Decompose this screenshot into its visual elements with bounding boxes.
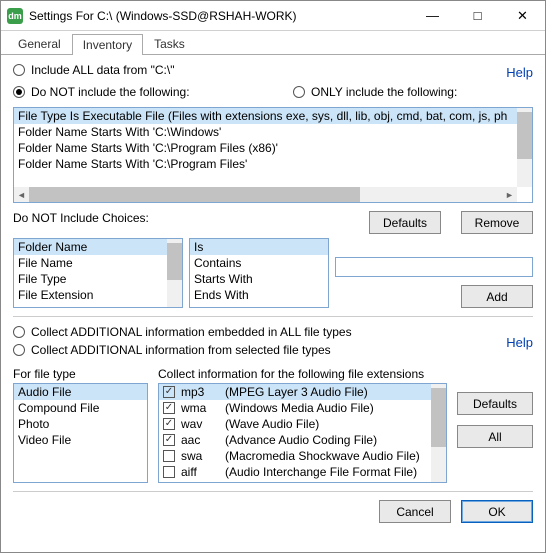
maximize-button[interactable]: □ [455, 1, 500, 31]
extension-checkbox[interactable] [163, 402, 175, 414]
minimize-button[interactable]: — [410, 1, 455, 31]
all-button[interactable]: All [457, 425, 533, 448]
choice-value-input[interactable] [335, 257, 533, 277]
radio-collect-selected-label: Collect ADDITIONAL information from sele… [31, 343, 331, 357]
radio-do-not-include[interactable] [13, 86, 25, 98]
defaults-ext-button[interactable]: Defaults [457, 392, 533, 415]
defaults-button[interactable]: Defaults [369, 211, 441, 234]
list-item[interactable]: Photo [14, 416, 147, 432]
ok-button[interactable]: OK [461, 500, 533, 523]
radio-collect-selected[interactable] [13, 344, 25, 356]
tab-general[interactable]: General [7, 33, 72, 54]
extension-desc: (Macromedia Shockwave Audio File) [225, 449, 420, 463]
list-item[interactable]: File Name [14, 255, 182, 271]
remove-button[interactable]: Remove [461, 211, 533, 234]
filter-item[interactable]: Folder Name Starts With 'C:\Program File… [14, 156, 517, 172]
scrollbar-vertical[interactable] [431, 384, 446, 482]
filetype-label: For file type [13, 367, 148, 381]
radio-collect-all[interactable] [13, 326, 25, 338]
extension-ext: swa [181, 449, 219, 463]
scrollbar-vertical[interactable] [167, 239, 182, 307]
tab-strip: General Inventory Tasks [1, 31, 545, 55]
extension-ext: aiff [181, 465, 219, 479]
extension-checkbox[interactable] [163, 434, 175, 446]
help-link-top[interactable]: Help [506, 65, 533, 80]
extension-desc: (MPEG Layer 3 Audio File) [225, 385, 368, 399]
cancel-button[interactable]: Cancel [379, 500, 451, 523]
filter-item[interactable]: File Type Is Executable File (Files with… [14, 108, 517, 124]
list-item[interactable]: File Type [14, 271, 182, 287]
add-button[interactable]: Add [461, 285, 533, 308]
choice-field-list[interactable]: Folder Name File Name File Type File Ext… [13, 238, 183, 308]
titlebar: dm Settings For C:\ (Windows-SSD@RSHAH-W… [1, 1, 545, 31]
scrollbar-vertical[interactable] [517, 108, 532, 187]
choices-label: Do NOT Include Choices: [13, 211, 363, 225]
list-item[interactable]: Folder Name [14, 239, 182, 255]
extension-checkbox[interactable] [163, 450, 175, 462]
filter-item[interactable]: Folder Name Starts With 'C:\Windows' [14, 124, 517, 140]
list-item[interactable]: File Extension [14, 287, 182, 303]
filetype-list[interactable]: Audio File Compound File Photo Video Fil… [13, 383, 148, 483]
list-item[interactable]: Ends With [190, 287, 328, 303]
extension-row[interactable]: mp3 (MPEG Layer 3 Audio File) [159, 384, 431, 400]
app-icon: dm [7, 8, 23, 24]
separator [13, 491, 533, 492]
radio-include-all[interactable] [13, 64, 25, 76]
list-item[interactable]: Audio File [14, 384, 147, 400]
filter-item[interactable]: Folder Name Starts With 'C:\Program File… [14, 140, 517, 156]
list-item[interactable]: Contains [190, 255, 328, 271]
window-title: Settings For C:\ (Windows-SSD@RSHAH-WORK… [29, 9, 410, 23]
extension-checkbox[interactable] [163, 466, 175, 478]
list-item[interactable]: Is [190, 239, 328, 255]
extension-row[interactable]: aiff (Audio Interchange File Format File) [159, 464, 431, 480]
extension-ext: aac [181, 433, 219, 447]
filter-item[interactable] [14, 172, 517, 174]
extension-desc: (Windows Media Audio File) [225, 401, 374, 415]
scroll-right-icon[interactable]: ► [502, 187, 517, 202]
filter-list[interactable]: File Type Is Executable File (Files with… [13, 107, 533, 203]
help-link-bottom[interactable]: Help [506, 335, 533, 350]
extension-ext: mp3 [181, 385, 219, 399]
extension-checkbox[interactable] [163, 418, 175, 430]
scroll-left-icon[interactable]: ◄ [14, 187, 29, 202]
choice-operator-list[interactable]: Is Contains Starts With Ends With [189, 238, 329, 308]
extension-ext: wma [181, 401, 219, 415]
radio-include-all-label: Include ALL data from "C:\" [31, 63, 174, 77]
extensions-label: Collect information for the following fi… [158, 367, 447, 381]
extension-row[interactable]: wav (Wave Audio File) [159, 416, 431, 432]
extension-desc: (Audio Interchange File Format File) [225, 465, 417, 479]
radio-do-not-include-label: Do NOT include the following: [31, 85, 190, 99]
list-item[interactable]: Video File [14, 432, 147, 448]
extension-checkbox[interactable] [163, 386, 175, 398]
tab-tasks[interactable]: Tasks [143, 33, 196, 54]
radio-collect-all-label: Collect ADDITIONAL information embedded … [31, 325, 352, 339]
extension-desc: (Wave Audio File) [225, 417, 319, 431]
list-item[interactable]: Compound File [14, 400, 147, 416]
list-item[interactable]: Starts With [190, 271, 328, 287]
extensions-list[interactable]: mp3 (MPEG Layer 3 Audio File) wma (Windows … [158, 383, 447, 483]
scrollbar-horizontal[interactable]: ◄ ► [14, 187, 517, 202]
radio-only-include-label: ONLY include the following: [311, 85, 457, 99]
extension-row[interactable]: wma (Windows Media Audio File) [159, 400, 431, 416]
close-button[interactable]: ✕ [500, 1, 545, 31]
radio-only-include[interactable] [293, 86, 305, 98]
extension-row[interactable]: swa (Macromedia Shockwave Audio File) [159, 448, 431, 464]
tab-inventory[interactable]: Inventory [72, 34, 143, 55]
extension-ext: wav [181, 417, 219, 431]
extension-desc: (Advance Audio Coding File) [225, 433, 377, 447]
separator [13, 316, 533, 317]
extension-row[interactable]: aac (Advance Audio Coding File) [159, 432, 431, 448]
